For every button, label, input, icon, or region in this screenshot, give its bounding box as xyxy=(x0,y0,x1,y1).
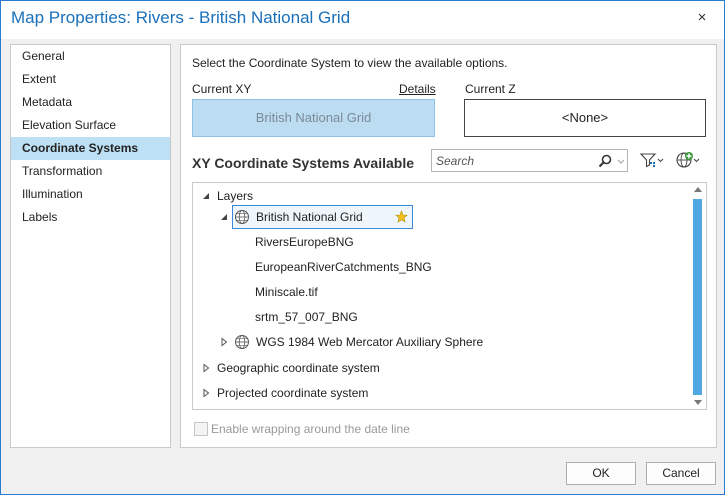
tree-node-layer[interactable]: Miniscale.tif xyxy=(255,281,318,303)
sidebar-item-coordinate-systems[interactable]: Coordinate Systems xyxy=(11,137,170,160)
tree-node-layer[interactable]: EuropeanRiverCatchments_BNG xyxy=(255,256,432,278)
tree-node-layer[interactable]: RiversEuropeBNG xyxy=(255,231,354,253)
sidebar-item-labels[interactable]: Labels xyxy=(11,206,170,229)
filter-icon[interactable] xyxy=(639,150,665,170)
collapsed-arrow-icon[interactable] xyxy=(201,388,211,398)
close-icon[interactable]: × xyxy=(694,10,710,26)
globe-icon xyxy=(235,210,249,224)
map-properties-dialog: Map Properties: Rivers - British Nationa… xyxy=(0,0,725,495)
tree-node-projected[interactable]: Projected coordinate system xyxy=(193,382,673,404)
globe-icon xyxy=(235,335,249,349)
sidebar-item-elevation-surface[interactable]: Elevation Surface xyxy=(11,114,170,137)
sidebar-nav: General Extent Metadata Elevation Surfac… xyxy=(10,44,171,448)
search-input[interactable] xyxy=(436,153,591,169)
instruction-text: Select the Coordinate System to view the… xyxy=(192,56,508,70)
current-z-button[interactable]: <None> xyxy=(464,99,706,137)
scrollbar-thumb[interactable] xyxy=(693,199,702,395)
coordinate-systems-tree: Layers British National Grid RiversEurop… xyxy=(192,182,707,410)
chevron-down-icon[interactable] xyxy=(617,156,625,166)
sidebar-item-illumination[interactable]: Illumination xyxy=(11,183,170,206)
tree-label: WGS 1984 Web Mercator Auxiliary Sphere xyxy=(256,335,484,349)
expanded-arrow-icon[interactable] xyxy=(219,212,229,222)
details-link[interactable]: Details xyxy=(399,82,436,96)
cancel-button[interactable]: Cancel xyxy=(646,462,716,485)
tree-label: Geographic coordinate system xyxy=(217,361,380,375)
search-icon[interactable] xyxy=(597,153,613,169)
tree-node-wgs-1984[interactable]: WGS 1984 Web Mercator Auxiliary Sphere xyxy=(193,331,673,353)
sidebar-item-metadata[interactable]: Metadata xyxy=(11,91,170,114)
favorite-star-icon[interactable] xyxy=(395,210,408,223)
ok-button[interactable]: OK xyxy=(566,462,636,485)
section-heading: XY Coordinate Systems Available xyxy=(192,155,415,171)
scroll-down-icon[interactable] xyxy=(694,400,702,406)
scroll-up-icon[interactable] xyxy=(694,186,702,192)
tree-scrollbar[interactable] xyxy=(690,183,706,409)
expanded-arrow-icon[interactable] xyxy=(201,191,211,201)
add-coordinate-system-icon[interactable] xyxy=(675,150,701,170)
sidebar-item-general[interactable]: General xyxy=(11,45,170,68)
sidebar-item-transformation[interactable]: Transformation xyxy=(11,160,170,183)
tree-node-geographic[interactable]: Geographic coordinate system xyxy=(193,357,673,379)
wrap-dateline-checkbox[interactable] xyxy=(194,422,208,436)
current-z-label: Current Z xyxy=(465,82,516,96)
sidebar-item-extent[interactable]: Extent xyxy=(11,68,170,91)
tree-node-british-national-grid[interactable]: British National Grid xyxy=(193,206,433,228)
tree-label: British National Grid xyxy=(256,210,363,224)
tree-node-layers[interactable]: Layers xyxy=(193,185,693,207)
collapsed-arrow-icon[interactable] xyxy=(219,337,229,347)
title-bar: Map Properties: Rivers - British Nationa… xyxy=(1,1,724,39)
tree-label: Layers xyxy=(217,189,254,203)
current-xy-button[interactable]: British National Grid xyxy=(192,99,435,137)
current-xy-label: Current XY xyxy=(192,82,252,96)
dialog-title: Map Properties: Rivers - British Nationa… xyxy=(11,8,351,27)
wrap-dateline-label: Enable wrapping around the date line xyxy=(211,422,410,436)
collapsed-arrow-icon[interactable] xyxy=(201,363,211,373)
coordinate-systems-panel: Select the Coordinate System to view the… xyxy=(180,44,717,448)
search-box xyxy=(431,149,628,172)
tree-node-layer[interactable]: srtm_57_007_BNG xyxy=(255,306,358,328)
tree-label: Projected coordinate system xyxy=(217,386,369,400)
